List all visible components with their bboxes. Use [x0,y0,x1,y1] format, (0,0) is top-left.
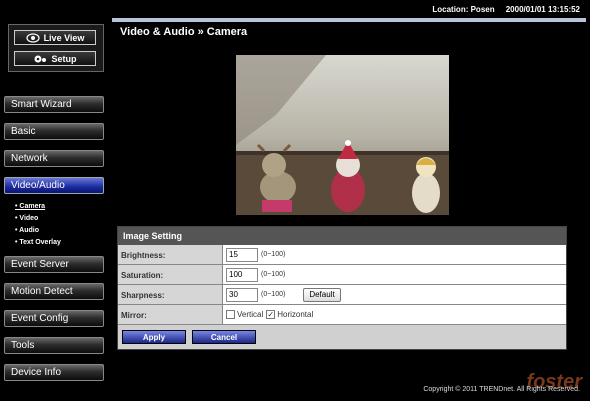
menu-smart-wizard[interactable]: Smart Wizard [4,96,104,113]
brightness-input[interactable] [226,247,258,262]
live-view-label: Live View [43,32,85,43]
cancel-button[interactable]: Cancel [192,330,256,344]
eye-icon [25,32,40,43]
horizontal-checkbox[interactable]: ✓ [266,310,276,319]
brightness-range: (0~100) [261,251,286,258]
menu-tools[interactable]: Tools [4,337,104,354]
saturation-label: Saturation: [118,265,223,284]
menu-motion-detect[interactable]: Motion Detect [4,283,104,300]
sharpness-range: (0~100) [261,291,286,298]
top-bar: Location: Posen 2000/01/01 13:15:52 [0,0,590,18]
view-switch: Live View Setup [8,24,104,72]
menu-device-info[interactable]: Device Info [4,364,104,381]
sharpness-label: Sharpness: [118,285,223,304]
menu-basic[interactable]: Basic [4,123,104,140]
menu-network[interactable]: Network [4,150,104,167]
angel-figurine [412,157,440,213]
mirror-label: Mirror: [118,305,223,324]
submenu-text-overlay[interactable]: • Text Overlay [15,237,61,249]
saturation-row: Saturation: (0~100) [118,265,566,285]
page-title: Video & Audio » Camera [112,18,586,40]
brightness-row: Brightness: (0~100) [118,245,566,265]
image-setting-title: Image Setting [118,227,566,245]
vertical-checkbox[interactable] [226,310,235,319]
submenu-video[interactable]: • Video [15,213,61,225]
image-setting-panel: Image Setting Brightness: (0~100) Satura… [117,226,567,350]
location-time: Location: Posen 2000/01/01 13:15:52 [432,5,580,14]
menu-event-config[interactable]: Event Config [4,310,104,327]
main-panel: Video & Audio » Camera Image Setting Bri… [112,18,590,371]
gear-icon [34,55,47,62]
setup-label: Setup [51,53,77,64]
saturation-input[interactable] [226,267,258,282]
footer: foster Copyright © 2011 TRENDnet. All Ri… [112,371,590,401]
sharpness-row: Sharpness: (0~100) Default [118,285,566,305]
sidebar: Live View Setup Smart Wizard Basic Netwo… [0,18,112,401]
action-bar: Apply Cancel [118,325,566,349]
sharpness-input[interactable] [226,287,258,302]
mirror-row: Mirror: Vertical ✓ Horizontal [118,305,566,325]
brightness-label: Brightness: [118,245,223,264]
submenu-audio[interactable]: • Audio [15,225,61,237]
apply-button[interactable]: Apply [122,330,186,344]
menu-event-server[interactable]: Event Server [4,256,104,273]
camera-preview [236,55,449,215]
copyright-text: Copyright © 2011 TRENDnet. All Rights Re… [423,386,580,393]
setup-button[interactable]: Setup [14,51,96,66]
default-button[interactable]: Default [303,287,341,302]
horizontal-label: Horizontal [277,310,314,319]
saturation-range: (0~100) [261,271,286,278]
vertical-label: Vertical [237,310,264,319]
submenu-camera[interactable]: • Camera [15,201,61,213]
live-view-button[interactable]: Live View [14,30,96,45]
video-audio-submenu: • Camera • Video • Audio • Text Overlay [15,201,61,249]
menu-video-audio[interactable]: Video/Audio [4,177,104,194]
